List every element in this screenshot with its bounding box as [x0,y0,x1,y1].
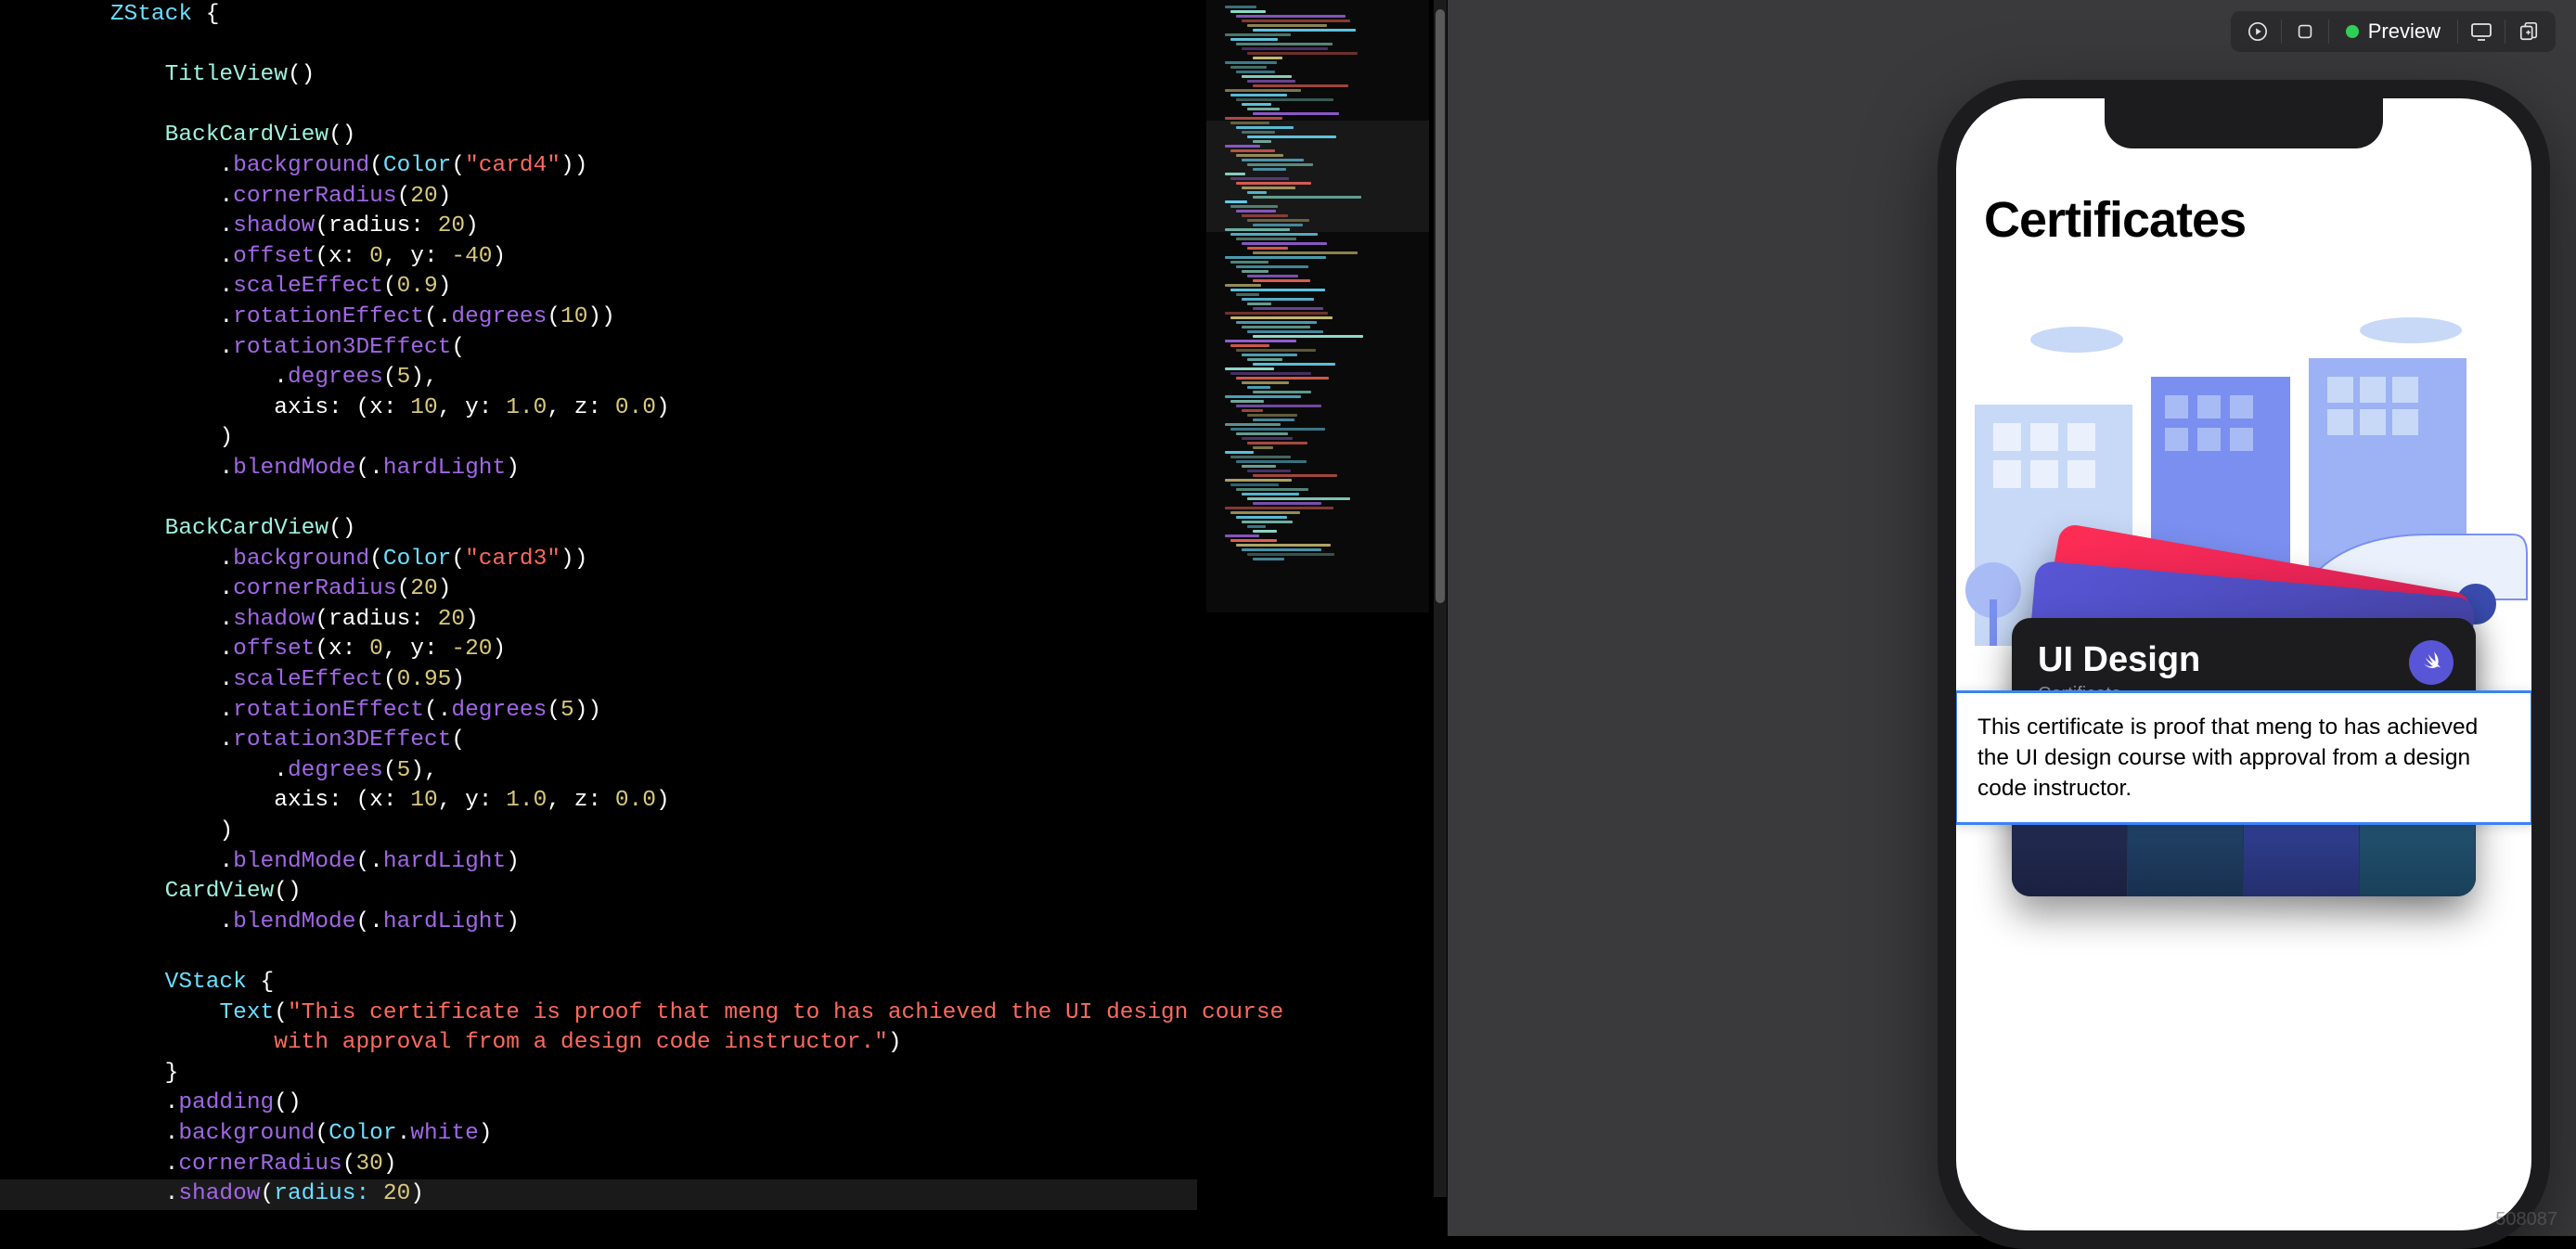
app-content: Certificates [1956,98,2531,1230]
scrollbar-thumb[interactable] [1436,9,1445,603]
play-button[interactable] [2236,13,2279,50]
iphone-screen[interactable]: Certificates [1956,98,2531,1230]
watermark: 508087 [2495,1209,2557,1230]
preview-toolbar: Preview [2231,11,2556,52]
iphone-device-frame: Certificates [1938,80,2550,1249]
code-editor[interactable]: ZStack { TitleView() BackCardView() .bac… [0,0,1197,1197]
code-editor-pane: ZStack { TitleView() BackCardView() .bac… [0,0,1448,1236]
swift-logo-icon [2409,640,2454,685]
device-notch [2105,98,2383,148]
sheet-text: This certificate is proof that meng to h… [1977,715,2478,801]
preview-label: Preview [2368,19,2441,44]
page-title: Certificates [1956,191,2531,258]
device-button[interactable] [2460,13,2503,50]
preview-canvas-pane: Preview Certificates [1448,0,2576,1236]
variants-button[interactable] [2284,13,2326,50]
live-dot-icon [2346,25,2359,38]
vertical-scrollbar[interactable] [1434,0,1447,1197]
bottom-sheet-selected[interactable]: This certificate is proof that meng to h… [1956,690,2531,825]
minimap[interactable] [1206,0,1429,612]
live-preview-indicator[interactable]: Preview [2331,13,2455,50]
card-title: UI Design [2038,640,2450,680]
duplicate-preview-button[interactable] [2507,13,2550,50]
